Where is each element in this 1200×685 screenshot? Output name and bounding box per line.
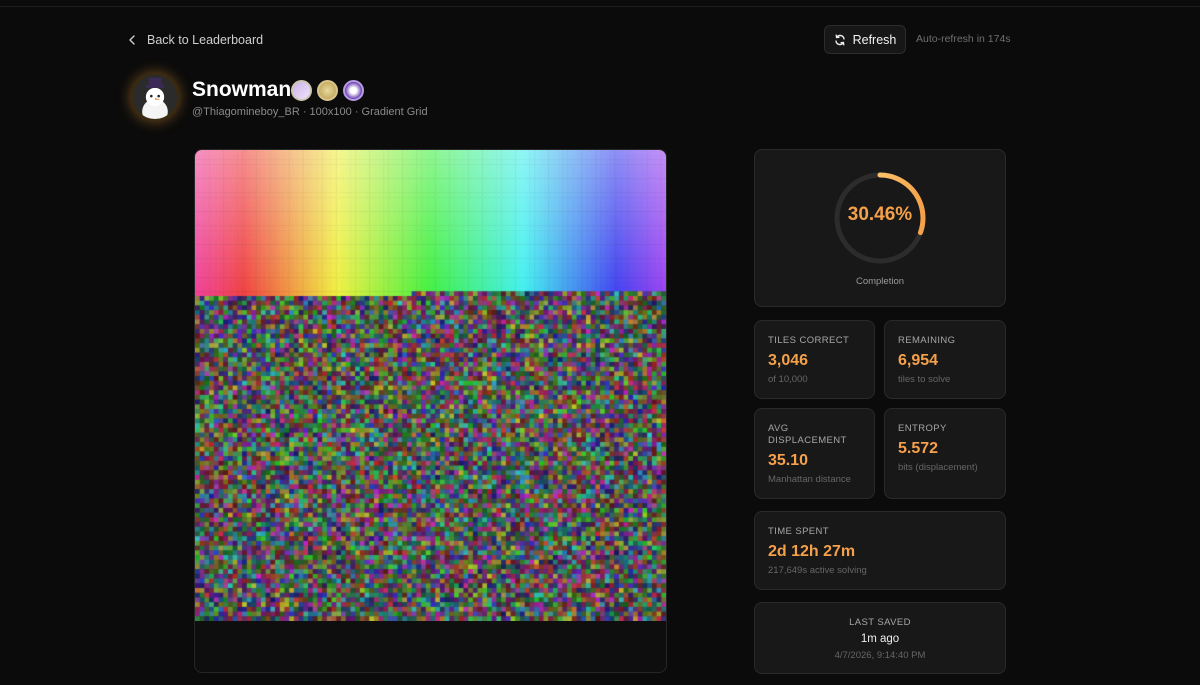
stat-sub: tiles to solve — [898, 374, 951, 385]
stat-label: AVG DISPLACEMENT — [768, 423, 847, 446]
chevron-left-icon — [129, 35, 135, 45]
stat-sub: bits (displacement) — [898, 462, 978, 473]
badge-icon[interactable] — [343, 80, 364, 101]
stat-label: ENTROPY — [898, 423, 947, 434]
stat-label: TIME SPENT — [768, 526, 830, 537]
stat-label: LAST SAVED — [849, 617, 911, 628]
player-subline: @Thiagomineboy_BR · 100x100 · Gradient G… — [192, 106, 428, 118]
back-to-leaderboard-link[interactable]: Back to Leaderboard — [126, 30, 263, 50]
refresh-button[interactable]: Refresh — [824, 25, 906, 54]
entropy-card: ENTROPY 5.572 bits (displacement) — [884, 408, 1006, 499]
stat-label: REMAINING — [898, 335, 956, 346]
auto-refresh-countdown: Auto-refresh in 174s — [916, 33, 1011, 45]
stat-value: 5.572 — [898, 440, 939, 457]
completion-percent: 30.46% — [847, 204, 913, 225]
completion-card: 30.46% Completion — [754, 149, 1006, 307]
badge-icon[interactable] — [291, 80, 312, 101]
last-saved-card: LAST SAVED 1m ago 4/7/2026, 9:14:40 PM — [754, 602, 1006, 674]
stat-value: 3,046 — [768, 352, 809, 369]
stat-sub: 4/7/2026, 9:14:40 PM — [834, 650, 926, 661]
puzzle-board[interactable] — [194, 149, 667, 673]
avatar — [131, 73, 179, 121]
badge-list — [291, 80, 364, 101]
time-spent-card: TIME SPENT 2d 12h 27m 217,649s active so… — [754, 511, 1006, 590]
refresh-icon — [834, 34, 845, 45]
back-label: Back to Leaderboard — [147, 33, 264, 47]
stat-value: 35.10 — [768, 452, 809, 469]
stat-sub: 217,649s active solving — [768, 565, 867, 576]
stat-sub: of 10,000 — [768, 374, 808, 385]
stat-value: 2d 12h 27m — [768, 543, 856, 560]
stat-label: TILES CORRECT — [768, 335, 850, 346]
puzzle-grid-canvas[interactable] — [195, 150, 666, 621]
remaining-card: REMAINING 6,954 tiles to solve — [884, 320, 1006, 399]
completion-label: Completion — [855, 276, 905, 287]
badge-icon[interactable] — [317, 80, 338, 101]
stat-sub: Manhattan distance — [768, 474, 851, 485]
avg-displacement-card: AVG DISPLACEMENT 35.10 Manhattan distanc… — [754, 408, 875, 499]
stat-value: 1m ago — [860, 633, 900, 645]
stat-value: 6,954 — [898, 352, 939, 369]
snowman-avatar-icon — [133, 75, 177, 119]
tiles-correct-card: TILES CORRECT 3,046 of 10,000 — [754, 320, 875, 399]
refresh-label: Refresh — [852, 32, 897, 47]
top-divider — [0, 6, 1200, 7]
player-name: Snowman — [192, 78, 292, 101]
